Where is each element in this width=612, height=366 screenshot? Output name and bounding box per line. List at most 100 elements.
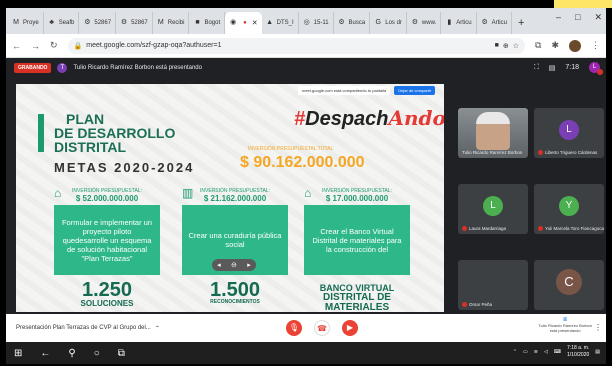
tray-chevron-icon[interactable]: ⌃ — [513, 349, 517, 355]
browser-tab[interactable]: G Los dr — [370, 12, 407, 34]
people-icon[interactable]: ⛶ — [534, 64, 539, 72]
mic-off-icon[interactable]: 🎙 — [286, 320, 302, 336]
tab-favicon-icon: ▲ — [266, 19, 274, 26]
column-text: Crear el Banco Virtual Distrital de mate… — [304, 205, 410, 275]
browser-tab[interactable]: ⚙ 52867 — [79, 12, 117, 34]
participant-tile[interactable]: Y Yuli Marcela Toro Fiancagoca — [534, 184, 604, 234]
browser-tab[interactable]: M Recibi — [153, 12, 190, 34]
task-view-icon[interactable]: ⧉ — [118, 348, 125, 359]
participant-name: Omar Peña — [462, 302, 492, 307]
lock-icon: 🔒 — [73, 42, 83, 50]
keyboard-icon[interactable]: ⌨ — [554, 349, 561, 355]
column-value: $ 52.000.000.000 — [75, 194, 139, 203]
puzzle-icon[interactable]: ✱ — [551, 40, 559, 51]
presenting-status[interactable]: ⧈ Tulio Ricardo Ramírez Borbon está pres… — [538, 317, 592, 333]
slide-controls[interactable]: ◂ ⊖ ▸ — [212, 259, 256, 271]
total-investment-value: $ 90.162.000.000 — [240, 154, 365, 171]
recording-badge: GRABANDO — [14, 63, 52, 73]
browser-tab[interactable]: ⚙ www. — [407, 12, 442, 34]
column-unit: RECONOCIMIENTOS — [210, 299, 260, 305]
wifi-icon[interactable]: ≋ — [534, 349, 538, 355]
next-slide-icon[interactable]: ▸ — [247, 261, 251, 269]
tab-label: 15-11 — [313, 20, 329, 26]
tab-favicon-icon: M — [157, 19, 164, 26]
zoom-icon[interactable]: ⊕ — [503, 42, 509, 50]
browser-tab[interactable]: ♣ Seafb — [44, 12, 80, 34]
goal-column-3: ⌂ INVERSIÓN PRESUPUESTAL: $ 17.000.000.0… — [304, 186, 410, 312]
muted-mic-icon — [462, 226, 467, 231]
column-value: $ 17.000.000.000 — [325, 194, 389, 203]
browser-tab[interactable]: ⚙ Articu — [477, 12, 512, 34]
tab-favicon-icon: ◎ — [303, 19, 310, 26]
chevron-up-icon[interactable]: ⌃ — [155, 325, 160, 332]
minimize-icon[interactable]: – — [556, 12, 561, 23]
tab-favicon-icon: ♣ — [49, 19, 54, 26]
extension-icon[interactable]: ⧉ — [535, 40, 541, 51]
participant-name: Yuli Marcela Toro Fiancagoca — [538, 226, 604, 231]
meeting-title[interactable]: Presentación Plan Terrazas de CVP al Gru… — [16, 325, 151, 331]
participant-tile[interactable]: C — [534, 260, 604, 310]
battery-icon[interactable]: ▭ — [523, 349, 528, 355]
tab-favicon-icon: ⚙ — [84, 19, 91, 26]
meet-right-controls: ⛶ ▤ 7:18 L — [534, 62, 603, 75]
address-bar[interactable]: 🔒 meet.google.com/szf-gzap-oqa?authuser=… — [67, 37, 526, 54]
participant-name: Liberto Triguero Cárdenas — [538, 150, 597, 155]
windows-taskbar: ⊞ ← ⚲ ○ ⧉ ⌃ ▭ ≋ ◁ ⌨ 7:18 a. m. 1/10/2020… — [6, 342, 606, 364]
hang-up-icon[interactable]: ☎ — [314, 320, 330, 336]
meet-top-bar: GRABANDO T Tulio Ricardo Ramírez Borbon … — [6, 58, 606, 78]
house-icon: ⌂ — [54, 186, 62, 200]
back-arrow-icon[interactable]: ← — [40, 348, 50, 359]
volume-icon[interactable]: ◁ — [544, 349, 548, 355]
back-icon[interactable]: ← — [12, 41, 21, 51]
prev-slide-icon[interactable]: ◂ — [217, 261, 221, 269]
bank-icon: ⌂ — [304, 186, 312, 200]
tab-favicon-icon: G — [375, 19, 381, 26]
tab-favicon-icon: ⚙ — [411, 19, 419, 26]
chat-icon[interactable]: ▤ — [549, 64, 556, 72]
notification-icon[interactable]: ▤ — [595, 349, 600, 355]
browser-tab[interactable]: ⚙ Busca — [334, 12, 371, 34]
user-avatar[interactable]: L — [589, 62, 603, 75]
participant-tile[interactable]: Omar Peña — [458, 260, 528, 310]
presenting-status-text: está presentando — [549, 328, 581, 333]
browser-tab[interactable]: ⚙ 52867 — [116, 12, 153, 34]
more-options-icon[interactable]: ⋮ — [594, 323, 602, 332]
tab-close-icon[interactable]: ✕ — [252, 19, 258, 27]
screen-share-banner: meet.google.com está compartiendo tu pan… — [298, 85, 438, 95]
building-icon: ▥ — [182, 186, 194, 200]
close-icon[interactable]: ✕ — [594, 12, 602, 23]
taskbar-clock[interactable]: 7:18 a. m. 1/10/2020 — [567, 345, 589, 359]
menu-icon[interactable]: ⋮ — [591, 40, 600, 51]
reload-icon[interactable]: ↻ — [50, 40, 58, 51]
bookmark-star-icon[interactable]: ☆ — [513, 42, 519, 50]
participant-video-hair — [476, 112, 510, 124]
browser-tab[interactable]: ◎ 15-11 — [299, 12, 334, 34]
stop-sharing-button[interactable]: Dejar de compartir — [394, 85, 436, 95]
participant-name: Laura Mardarriaga — [462, 226, 506, 231]
window-controls: – □ ✕ — [556, 12, 602, 23]
tab-label: 52867 — [131, 20, 148, 26]
browser-tab[interactable]: M Proye — [8, 12, 44, 34]
browser-tab[interactable]: ■ Bogot — [189, 12, 226, 34]
search-icon[interactable]: ⚲ — [68, 348, 75, 359]
participant-tile[interactable]: L Liberto Triguero Cárdenas — [534, 108, 604, 158]
new-tab-button[interactable]: + — [512, 12, 530, 34]
column-number: 1.500 — [209, 279, 261, 301]
tab-active[interactable]: ◉ ● ✕ — [225, 12, 262, 34]
windows-start-icon[interactable]: ⊞ — [14, 348, 22, 359]
tab-favicon-icon: ⚙ — [338, 19, 345, 26]
participant-tile-video[interactable]: Tulio Ricardo Ramírez Borbon — [458, 108, 528, 158]
profile-avatar[interactable] — [569, 39, 581, 52]
forward-icon[interactable]: → — [31, 41, 40, 51]
screen: M Proye ♣ Seafb ⚙ 52867 ⚙ 52867 M Recibi ■ Bogot ◉ ● ✕… — [0, 0, 612, 366]
camera-off-icon[interactable]: ▶ — [342, 320, 358, 336]
browser-tab[interactable]: ▮ Articu — [441, 12, 477, 34]
participant-tile[interactable]: L Laura Mardarriaga — [458, 184, 528, 234]
slide-zoom-icon[interactable]: ⊖ — [231, 261, 237, 269]
camera-icon[interactable]: ■ — [495, 42, 499, 49]
participant-avatar: L — [559, 120, 579, 140]
cortana-icon[interactable]: ○ — [94, 348, 100, 359]
maximize-icon[interactable]: □ — [575, 12, 580, 23]
browser-tab[interactable]: ▲ DTS_I — [262, 12, 299, 34]
title-accent-bar — [38, 114, 44, 152]
